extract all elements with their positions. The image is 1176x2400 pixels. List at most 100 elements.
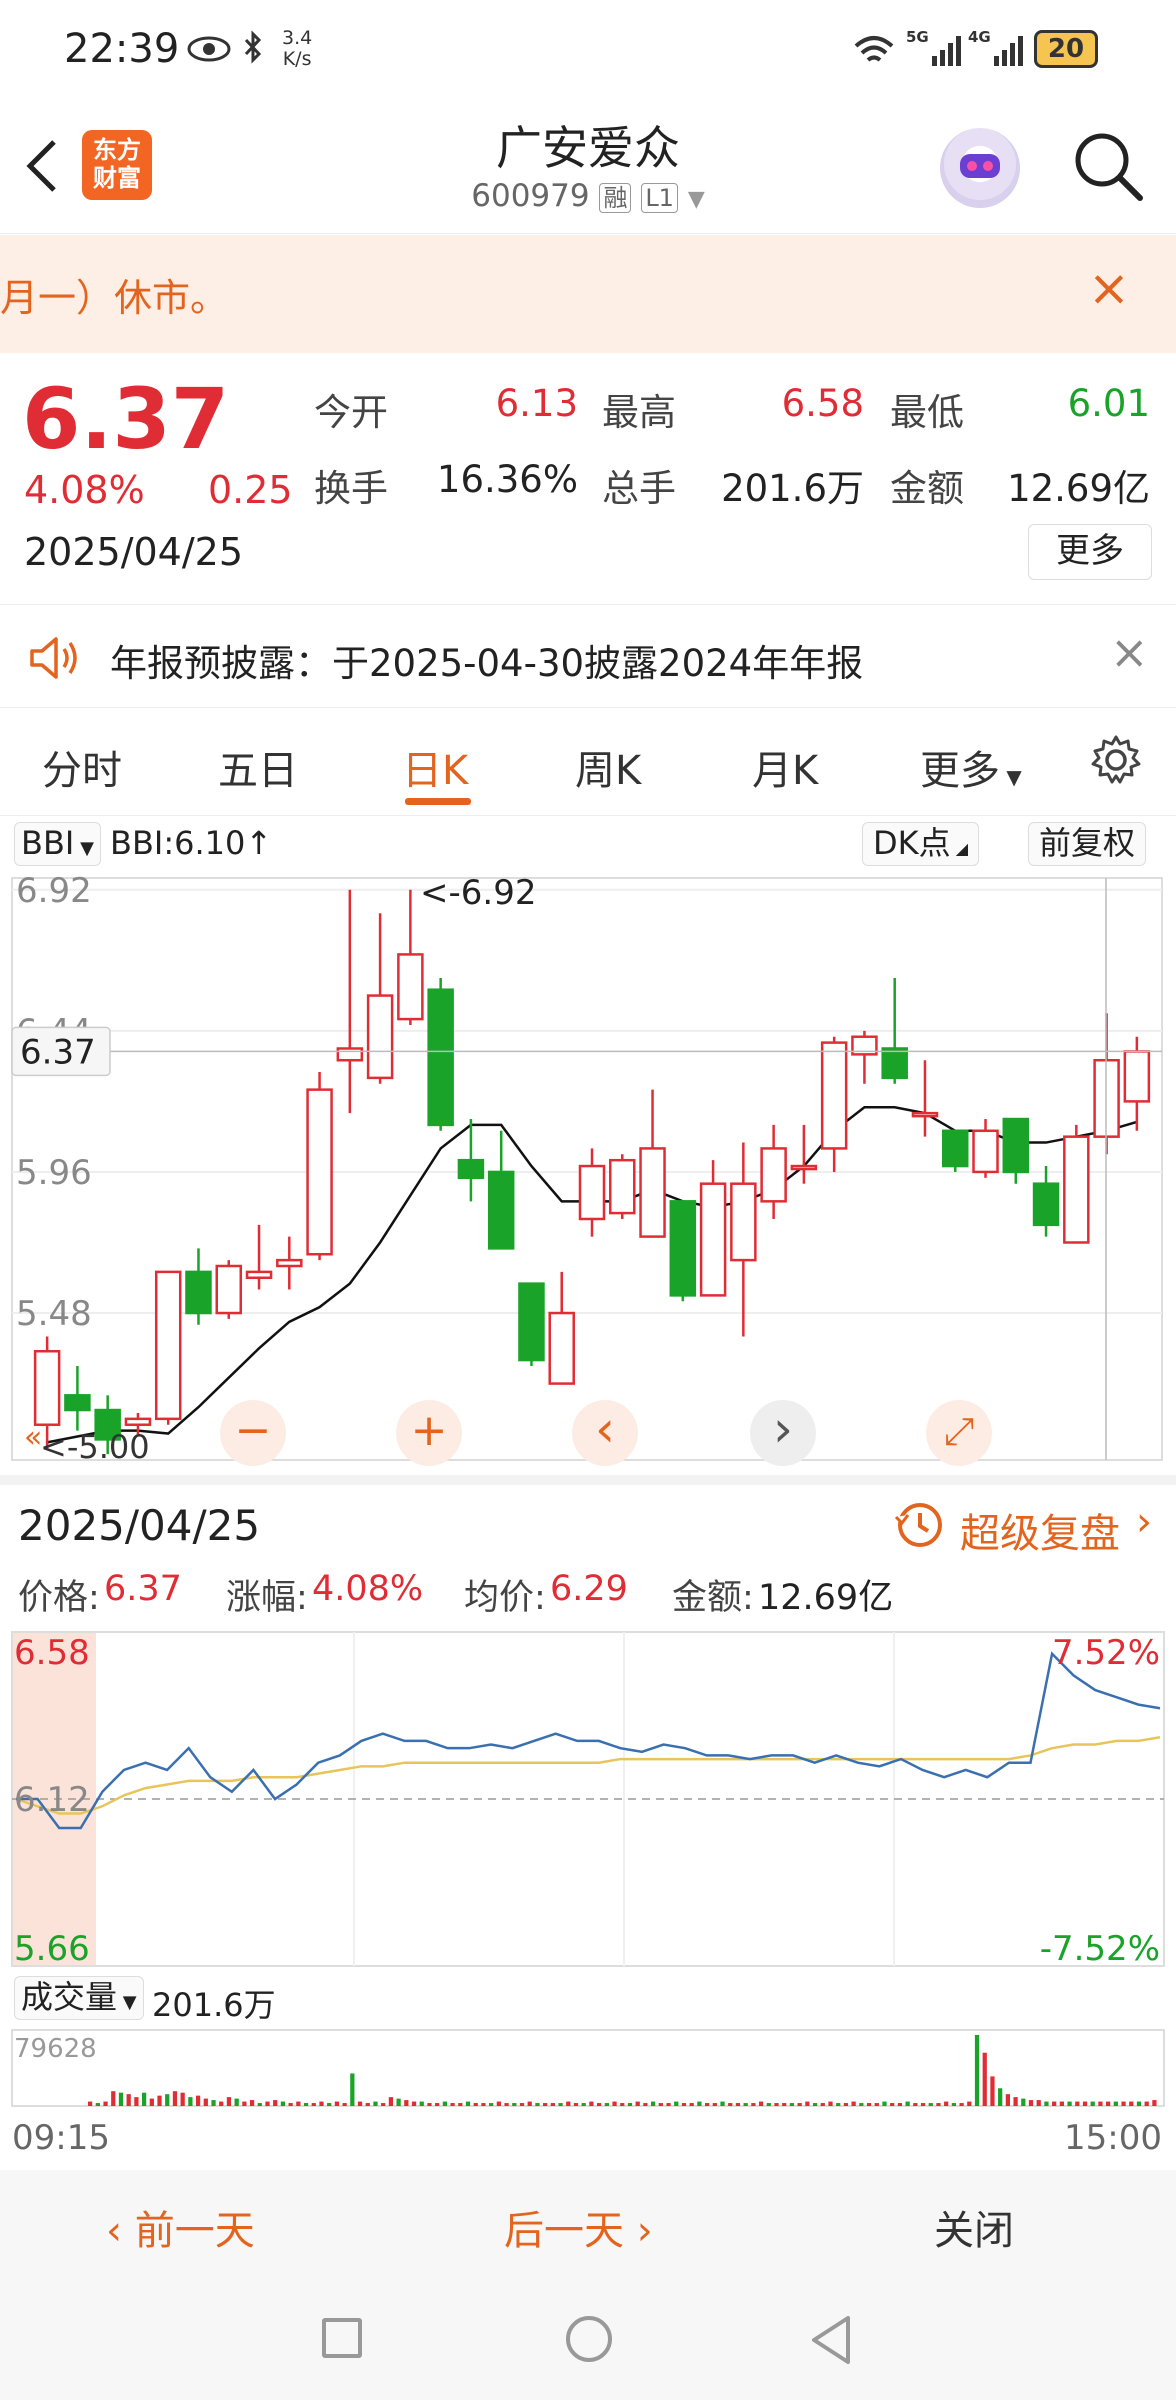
volume-bar bbox=[411, 2101, 417, 2106]
volume-bar bbox=[1052, 2101, 1057, 2106]
dk-point-button[interactable]: DK点 ◢ bbox=[862, 822, 980, 866]
scroll-left-button[interactable]: ‹ bbox=[572, 1400, 638, 1466]
volume-bar bbox=[427, 2103, 432, 2106]
volume-bar bbox=[1067, 2101, 1072, 2106]
volume-total: 201.6万 bbox=[152, 1986, 276, 2024]
close-icon[interactable]: × bbox=[1088, 259, 1130, 317]
candle-body bbox=[1002, 1117, 1030, 1174]
candle-body bbox=[911, 1111, 939, 1118]
home-icon[interactable] bbox=[566, 2316, 612, 2362]
candle-body bbox=[820, 1041, 848, 1150]
volume-bar bbox=[219, 2101, 224, 2106]
volume-bar bbox=[543, 2103, 548, 2106]
volume-bar bbox=[365, 2103, 370, 2106]
volume-bar bbox=[465, 2101, 471, 2106]
candle-body bbox=[245, 1270, 273, 1280]
tab-more[interactable]: 更多 ▼ bbox=[920, 738, 1022, 796]
volume-bar bbox=[859, 2103, 864, 2106]
robot-assistant-avatar[interactable] bbox=[940, 128, 1020, 208]
volume-bar bbox=[836, 2103, 841, 2106]
kline-chart[interactable]: 6.926.445.965.486.37<-6.92<-5.00 bbox=[0, 874, 1176, 1474]
volume-bar bbox=[334, 2101, 340, 2106]
candle-body bbox=[669, 1200, 697, 1297]
candle-body bbox=[881, 1047, 908, 1080]
kline-toolbar: BBI ▼ BBI:6.10↑ DK点 ◢ 前复权 bbox=[0, 816, 1176, 872]
volume-bar bbox=[573, 2103, 579, 2106]
intraday-chart[interactable]: 6.58 6.12 5.66 7.52% -7.52% bbox=[0, 1630, 1176, 1970]
double-left-icon[interactable]: « bbox=[24, 1420, 42, 1455]
tab-weekly-k[interactable]: 周K bbox=[575, 738, 641, 796]
candle-body bbox=[124, 1417, 152, 1426]
active-tab-indicator bbox=[405, 798, 471, 805]
volume-bar bbox=[319, 2101, 324, 2106]
wifi-icon bbox=[854, 36, 894, 62]
adjust-price-button[interactable]: 前复权 bbox=[1028, 822, 1147, 866]
turnover-value: 16.36% bbox=[436, 458, 578, 501]
candle-body bbox=[306, 1088, 333, 1256]
indicator-select[interactable]: BBI ▼ bbox=[14, 822, 101, 866]
volume-bar bbox=[141, 2092, 147, 2106]
super-replay-link[interactable]: 超级复盘 bbox=[960, 1501, 1120, 1559]
candle-body bbox=[790, 1164, 818, 1171]
candle-body bbox=[730, 1182, 757, 1262]
stock-code: 600979 bbox=[471, 178, 590, 214]
volume-bar bbox=[782, 2103, 787, 2106]
candle-body bbox=[1063, 1135, 1090, 1244]
volume-bar bbox=[990, 2076, 995, 2106]
detail-pct: 4.08% bbox=[312, 1569, 424, 1609]
intraday-mid-label: 6.12 bbox=[14, 1780, 90, 1820]
fullscreen-button[interactable]: ⤢ bbox=[926, 1400, 992, 1466]
amount-label: 金额 bbox=[890, 467, 964, 510]
volume-bar bbox=[566, 2101, 571, 2106]
dropdown-triangle-icon: ▼ bbox=[687, 187, 705, 212]
settings-gear-icon[interactable] bbox=[1090, 734, 1142, 786]
volume-bar bbox=[481, 2103, 486, 2106]
intraday-high-label: 6.58 bbox=[14, 1633, 90, 1673]
chevron-right-icon[interactable]: › bbox=[1136, 1499, 1152, 1545]
zoom-out-button[interactable]: − bbox=[220, 1400, 286, 1466]
volume-bar bbox=[751, 2103, 756, 2106]
status-time: 22:39 bbox=[64, 26, 180, 72]
tab-five-day[interactable]: 五日 bbox=[218, 738, 298, 796]
zoom-in-button[interactable]: + bbox=[396, 1400, 462, 1466]
close-announcement-icon[interactable]: × bbox=[1110, 625, 1149, 679]
volume-bar bbox=[697, 2101, 702, 2106]
volume-bar bbox=[959, 2103, 964, 2106]
history-clock-icon[interactable] bbox=[894, 1499, 944, 1549]
volume-bar bbox=[249, 2100, 255, 2106]
volume-bar bbox=[504, 2103, 509, 2106]
amount-value: 12.69亿 bbox=[1007, 467, 1150, 510]
tab-daily-k[interactable]: 日K bbox=[402, 738, 468, 796]
volume-bar bbox=[635, 2101, 640, 2106]
prev-day-button[interactable]: ‹ 前一天 bbox=[106, 2198, 255, 2256]
next-day-button[interactable]: 后一天 › bbox=[504, 2198, 653, 2256]
volume-bar bbox=[1021, 2098, 1026, 2106]
volume-bar bbox=[758, 2101, 764, 2106]
volume-bar bbox=[512, 2103, 517, 2106]
volume-bar bbox=[118, 2092, 124, 2106]
scroll-right-button[interactable]: › bbox=[750, 1400, 816, 1466]
volume-bar bbox=[165, 2094, 170, 2106]
tab-intraday[interactable]: 分时 bbox=[42, 738, 122, 796]
detail-date: 2025/04/25 bbox=[18, 1501, 261, 1550]
y-tick-label: 6.92 bbox=[16, 874, 92, 911]
volume-bar bbox=[473, 2103, 478, 2106]
volume-bar bbox=[357, 2101, 363, 2106]
more-button[interactable]: 更多 bbox=[1028, 524, 1152, 580]
volume-bar bbox=[944, 2101, 949, 2106]
volume-bar bbox=[967, 2101, 972, 2106]
announcement-bar[interactable]: 年报预披露：于2025-04-30披露2024年年报 × bbox=[0, 604, 1176, 708]
search-icon[interactable] bbox=[1070, 128, 1146, 204]
close-button[interactable]: 关闭 bbox=[934, 2198, 1014, 2256]
volume-bar bbox=[766, 2103, 771, 2106]
volume-bar bbox=[874, 2103, 879, 2106]
candle-body bbox=[487, 1170, 515, 1250]
tab-monthly-k[interactable]: 月K bbox=[752, 738, 818, 796]
back-nav-icon[interactable] bbox=[808, 2314, 854, 2366]
volume-indicator-select[interactable]: 成交量 ▼ bbox=[14, 1976, 144, 2020]
volume-bar bbox=[620, 2103, 625, 2106]
change-percent: 4.08% bbox=[24, 468, 145, 512]
recents-icon[interactable] bbox=[322, 2318, 362, 2358]
volume-bar bbox=[666, 2103, 671, 2106]
candle-body bbox=[609, 1158, 636, 1215]
